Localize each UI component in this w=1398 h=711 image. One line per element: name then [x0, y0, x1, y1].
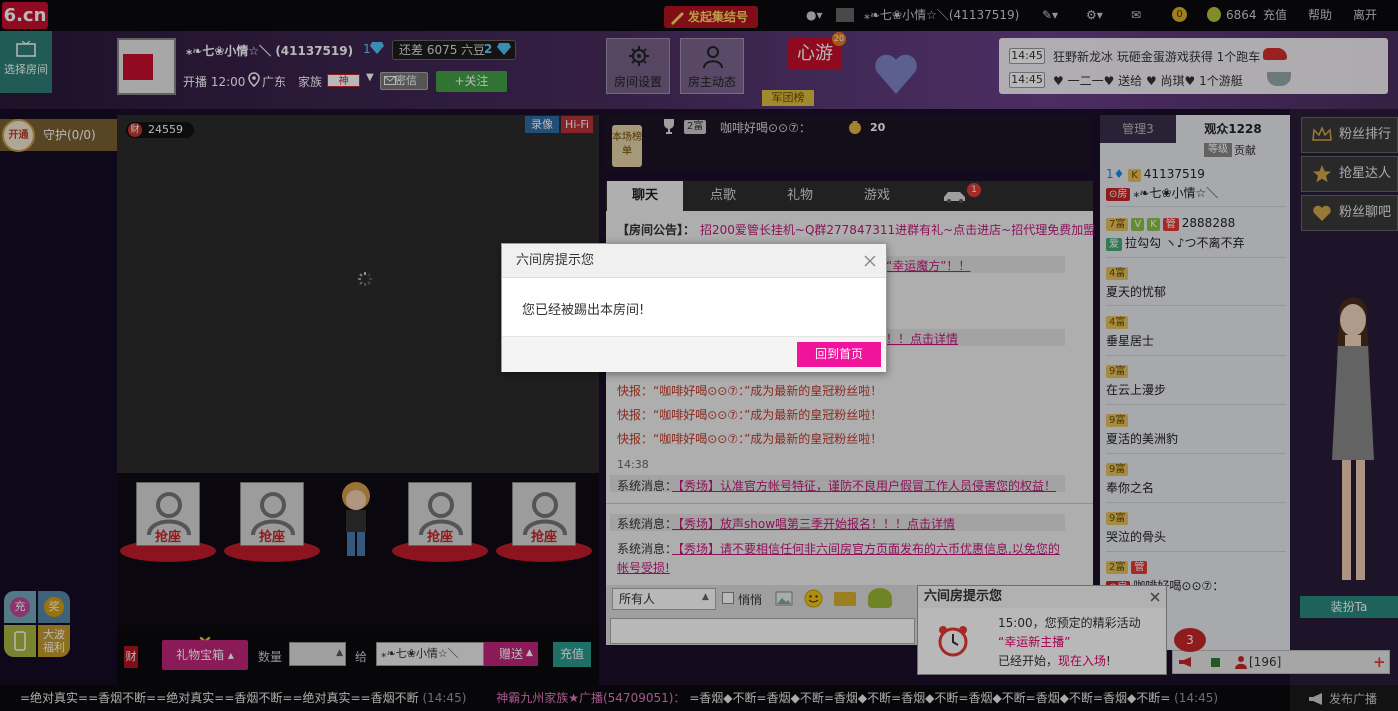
dialog-title: 六间房提示您 [502, 244, 886, 278]
dialog-message: 您已经被踢出本房间! [522, 303, 645, 318]
kicked-dialog: 六间房提示您 您已经被踢出本房间! 回到首页 [501, 243, 887, 372]
close-icon[interactable] [862, 253, 878, 269]
dialog-footer: 回到首页 [502, 336, 886, 372]
back-home-button[interactable]: 回到首页 [797, 342, 881, 367]
